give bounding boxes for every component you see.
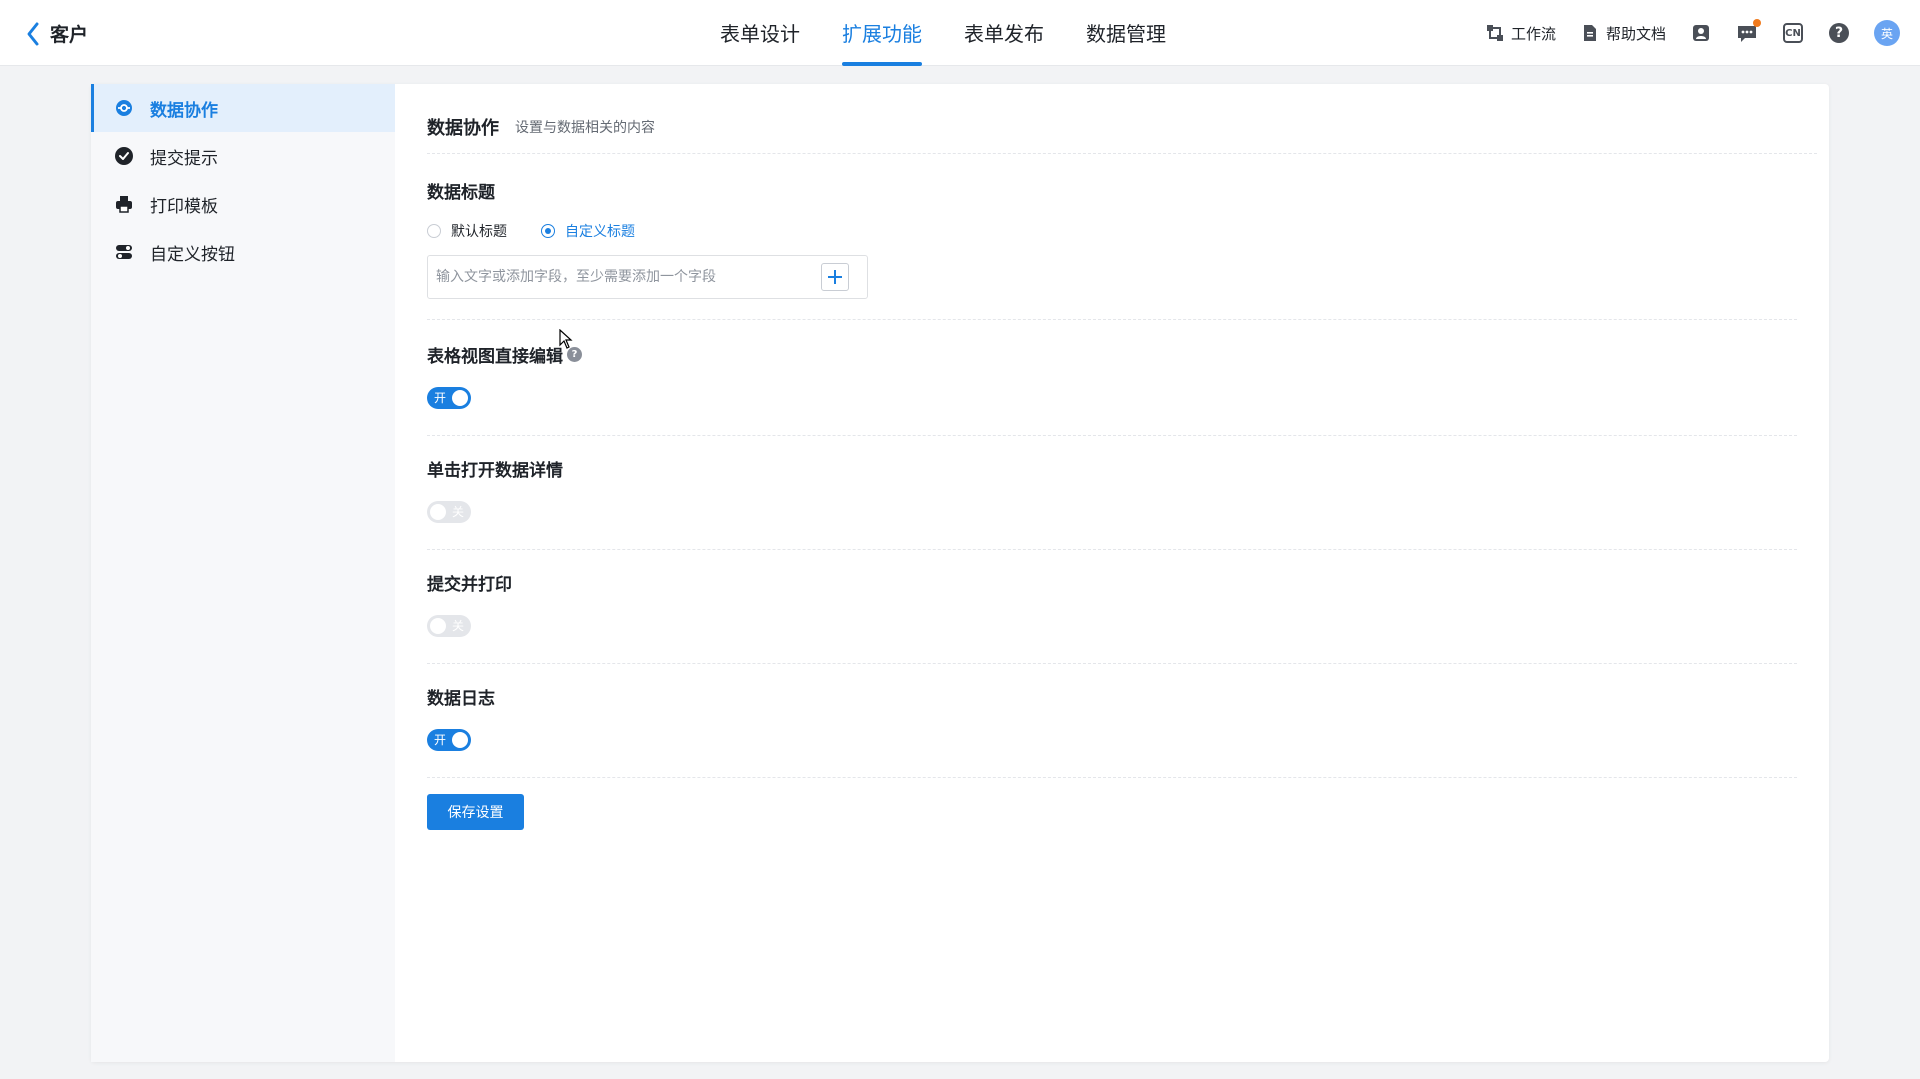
switch-text: 开 — [434, 733, 447, 747]
submit-print-switch[interactable]: 关 — [427, 615, 471, 637]
grid-edit-switch[interactable]: 开 — [427, 387, 471, 409]
user-card-icon — [1693, 25, 1709, 41]
settings-card: 数据协作 提交提示 打印模板 自定义按钮 数据协作 设置与数据相关的内容 数据标… — [91, 84, 1829, 1062]
workflow-label: 工作流 — [1510, 24, 1556, 43]
default-title-radio[interactable]: 默认标题 — [427, 221, 507, 241]
plus-icon — [828, 270, 842, 284]
header-actions: 工作流 帮助文档 CN ? 英 — [1485, 0, 1900, 66]
tab-extensions[interactable]: 扩展功能 — [842, 0, 922, 66]
avatar[interactable]: 英 — [1874, 20, 1900, 46]
grid-edit-section: 表格视图直接编辑 ? 开 — [427, 342, 1797, 436]
mouse-cursor-icon — [559, 329, 573, 349]
switch-text: 关 — [451, 619, 464, 633]
data-title-radio-group: 默认标题 自定义标题 — [427, 221, 1797, 241]
tab-form-publish[interactable]: 表单发布 — [964, 0, 1044, 66]
workflow-link[interactable]: 工作流 — [1485, 23, 1556, 44]
back-label: 客户 — [50, 24, 89, 46]
switch-knob — [430, 504, 446, 520]
save-settings-button[interactable]: 保存设置 — [427, 794, 524, 830]
help-button[interactable]: ? — [1828, 22, 1850, 44]
question-icon[interactable]: ? — [567, 347, 582, 362]
sidebar-item-label: 提交提示 — [150, 148, 218, 169]
switch-text: 关 — [451, 505, 464, 519]
add-field-button[interactable] — [821, 263, 849, 291]
page-header: 数据协作 设置与数据相关的内容 — [427, 114, 1817, 154]
chevron-left-icon — [27, 22, 39, 45]
data-title-input-wrapper — [427, 255, 868, 299]
data-title-input[interactable] — [428, 256, 808, 298]
settings-sidebar: 数据协作 提交提示 打印模板 自定义按钮 — [91, 84, 395, 1062]
sidebar-item-label: 自定义按钮 — [150, 244, 235, 265]
page-title: 数据协作 — [427, 118, 499, 139]
messages-button[interactable] — [1736, 19, 1761, 44]
sidebar-item-label: 数据协作 — [150, 100, 218, 121]
sidebar-item-label: 打印模板 — [150, 196, 218, 217]
workflow-icon — [1486, 25, 1503, 41]
sidebar-item-print-template[interactable]: 打印模板 — [91, 180, 395, 228]
sidebar-item-submit-tips[interactable]: 提交提示 — [91, 132, 395, 180]
data-log-label: 数据日志 — [427, 689, 495, 709]
main-tabs: 表单设计 扩展功能 表单发布 数据管理 — [720, 0, 1208, 66]
document-icon — [1583, 25, 1596, 41]
switch-knob — [430, 618, 446, 634]
check-circle-icon — [114, 146, 134, 166]
tab-data-management[interactable]: 数据管理 — [1086, 0, 1166, 66]
click-open-label: 单击打开数据详情 — [427, 461, 563, 481]
click-open-switch[interactable]: 关 — [427, 501, 471, 523]
printer-icon — [114, 194, 134, 214]
switch-text: 开 — [434, 391, 447, 405]
page-subtitle: 设置与数据相关的内容 — [515, 120, 655, 136]
language-button[interactable]: CN — [1782, 22, 1804, 44]
grid-edit-label: 表格视图直接编辑 — [427, 347, 563, 367]
sidebar-item-custom-buttons[interactable]: 自定义按钮 — [91, 228, 395, 276]
data-title-section: 数据标题 默认标题 自定义标题 — [427, 178, 1797, 320]
data-title-label: 数据标题 — [427, 183, 495, 203]
tab-form-design[interactable]: 表单设计 — [720, 0, 800, 66]
help-docs-link[interactable]: 帮助文档 — [1580, 23, 1666, 44]
toggle-buttons-icon — [114, 242, 134, 262]
back-button[interactable]: 客户 — [24, 20, 88, 47]
language-icon: CN — [1783, 23, 1803, 43]
collaboration-icon — [114, 98, 134, 118]
contacts-button[interactable] — [1690, 22, 1712, 44]
data-log-section: 数据日志 开 — [427, 684, 1797, 778]
custom-title-radio[interactable]: 自定义标题 — [541, 221, 635, 241]
submit-print-section: 提交并打印 关 — [427, 570, 1797, 664]
click-open-section: 单击打开数据详情 关 — [427, 456, 1797, 550]
radio-dot — [427, 224, 441, 238]
help-icon: ? — [1829, 23, 1849, 43]
sidebar-item-data-collaboration[interactable]: 数据协作 — [91, 84, 395, 132]
help-docs-label: 帮助文档 — [1605, 24, 1666, 43]
radio-dot — [541, 224, 555, 238]
settings-content: 数据协作 设置与数据相关的内容 数据标题 默认标题 自定义标题 输入文字或添加字… — [427, 84, 1817, 1062]
notification-dot — [1753, 19, 1761, 27]
top-header: 客户 表单设计 扩展功能 表单发布 数据管理 工作流 帮助文档 CN ? 英 — [0, 0, 1920, 66]
radio-label: 默认标题 — [451, 224, 507, 240]
submit-print-label: 提交并打印 — [427, 575, 512, 595]
grid-edit-row: 表格视图直接编辑 ? — [427, 342, 1797, 367]
data-log-switch[interactable]: 开 — [427, 729, 471, 751]
switch-knob — [452, 732, 468, 748]
radio-label: 自定义标题 — [565, 224, 635, 240]
switch-knob — [452, 390, 468, 406]
